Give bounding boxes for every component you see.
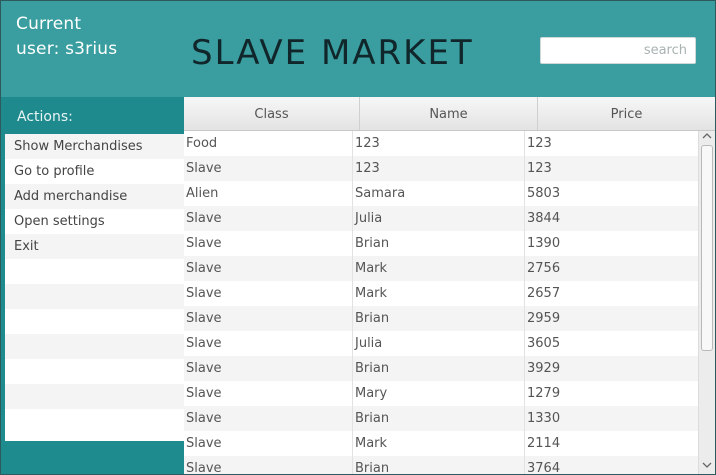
cell-price: 3764 bbox=[527, 461, 561, 474]
table-row[interactable]: Slave Julia 3605 bbox=[184, 331, 698, 356]
cell-name: Brian bbox=[353, 456, 525, 474]
table-row[interactable]: Slave Mark 2114 bbox=[184, 431, 698, 456]
cell-class: Slave bbox=[184, 456, 353, 474]
cell-name: Julia bbox=[353, 206, 525, 231]
cell-class: Slave bbox=[184, 281, 353, 306]
search-input[interactable] bbox=[540, 37, 696, 64]
cell-price: 5803 bbox=[527, 186, 561, 201]
table-row[interactable]: Slave Brian 1390 bbox=[184, 231, 698, 256]
cell-class: Slave bbox=[184, 406, 353, 431]
sidebar: Actions: Show Merchandises Go to profile… bbox=[1, 97, 184, 474]
cell-name: Brian bbox=[353, 306, 525, 331]
cell-price: 1330 bbox=[527, 411, 561, 426]
cell-price: 2114 bbox=[527, 436, 561, 451]
menu-item-exit[interactable]: Exit bbox=[5, 234, 184, 259]
sidebar-footer bbox=[1, 441, 184, 474]
menu-item-go-to-profile[interactable]: Go to profile bbox=[5, 159, 184, 184]
cell-name: Brian bbox=[353, 356, 525, 381]
cell-price: 2756 bbox=[527, 261, 561, 276]
cell-class: Alien bbox=[184, 181, 353, 206]
page-title: SLAVE MARKET bbox=[191, 33, 474, 73]
menu-empty-row bbox=[5, 409, 184, 434]
cell-name: 123 bbox=[353, 131, 525, 156]
cell-price: 3605 bbox=[527, 336, 561, 351]
cell-name: Mark bbox=[353, 431, 525, 456]
cell-class: Slave bbox=[184, 381, 353, 406]
cell-name: 123 bbox=[353, 156, 525, 181]
table-header: Class Name Price bbox=[184, 97, 715, 131]
menu-item-open-settings[interactable]: Open settings bbox=[5, 209, 184, 234]
cell-name: Samara bbox=[353, 181, 525, 206]
menu-item-add-merchandise[interactable]: Add merchandise bbox=[5, 184, 184, 209]
current-user-label: Current user: s3rius bbox=[16, 12, 117, 62]
cell-price: 1390 bbox=[527, 236, 561, 251]
app-window: Current user: s3rius SLAVE MARKET Action… bbox=[0, 0, 716, 475]
vertical-scrollbar[interactable] bbox=[698, 131, 715, 474]
merchandise-table: Class Name Price Food 123 123 Slave 123 123 … bbox=[184, 97, 715, 474]
table-row[interactable]: Food 123 123 bbox=[184, 131, 698, 156]
table-body: Food 123 123 Slave 123 123 Alien Samara 5803 S… bbox=[184, 131, 698, 474]
actions-heading: Actions: bbox=[1, 97, 184, 134]
table-row[interactable]: Slave Mark 2756 bbox=[184, 256, 698, 281]
header: Current user: s3rius SLAVE MARKET bbox=[1, 1, 715, 97]
table-row[interactable]: Slave Mark 2657 bbox=[184, 281, 698, 306]
table-row[interactable]: Slave Brian 3929 bbox=[184, 356, 698, 381]
table-row[interactable]: Slave Brian 3764 bbox=[184, 456, 698, 474]
cell-class: Slave bbox=[184, 256, 353, 281]
cell-class: Slave bbox=[184, 431, 353, 456]
cell-name: Julia bbox=[353, 331, 525, 356]
cell-price: 3844 bbox=[527, 211, 561, 226]
menu-item-show-merchandises[interactable]: Show Merchandises bbox=[5, 134, 184, 159]
menu-empty-row bbox=[5, 284, 184, 309]
menu-empty-row bbox=[5, 359, 184, 384]
current-user-line1: Current bbox=[16, 14, 82, 34]
menu-empty-row bbox=[5, 259, 184, 284]
cell-class: Slave bbox=[184, 306, 353, 331]
cell-price: 123 bbox=[527, 136, 552, 151]
table-row[interactable]: Slave Brian 1330 bbox=[184, 406, 698, 431]
cell-price: 3929 bbox=[527, 361, 561, 376]
cell-name: Mark bbox=[353, 256, 525, 281]
table-row[interactable]: Slave Julia 3844 bbox=[184, 206, 698, 231]
column-header-name[interactable]: Name bbox=[360, 97, 538, 130]
cell-class: Slave bbox=[184, 331, 353, 356]
actions-menu: Show Merchandises Go to profile Add merc… bbox=[5, 134, 184, 441]
menu-empty-row bbox=[5, 309, 184, 334]
cell-class: Slave bbox=[184, 206, 353, 231]
cell-price: 1279 bbox=[527, 386, 561, 401]
cell-class: Food bbox=[184, 131, 353, 156]
table-row[interactable]: Alien Samara 5803 bbox=[184, 181, 698, 206]
cell-name: Brian bbox=[353, 406, 525, 431]
cell-class: Slave bbox=[184, 156, 353, 181]
chevron-up-icon[interactable] bbox=[699, 131, 715, 145]
cell-name: Brian bbox=[353, 231, 525, 256]
cell-price: 123 bbox=[527, 161, 552, 176]
chevron-down-icon[interactable] bbox=[699, 460, 715, 474]
current-user-line2: user: s3rius bbox=[16, 39, 118, 59]
table-row[interactable]: Slave 123 123 bbox=[184, 156, 698, 181]
menu-empty-row bbox=[5, 334, 184, 359]
cell-class: Slave bbox=[184, 356, 353, 381]
column-header-price[interactable]: Price bbox=[538, 97, 715, 130]
cell-class: Slave bbox=[184, 231, 353, 256]
cell-name: Mark bbox=[353, 281, 525, 306]
cell-name: Mary bbox=[353, 381, 525, 406]
table-row[interactable]: Slave Brian 2959 bbox=[184, 306, 698, 331]
table-row[interactable]: Slave Mary 1279 bbox=[184, 381, 698, 406]
menu-empty-row bbox=[5, 384, 184, 409]
scrollbar-thumb[interactable] bbox=[701, 145, 713, 351]
cell-price: 2959 bbox=[527, 311, 561, 326]
cell-price: 2657 bbox=[527, 286, 561, 301]
column-header-class[interactable]: Class bbox=[184, 97, 360, 130]
